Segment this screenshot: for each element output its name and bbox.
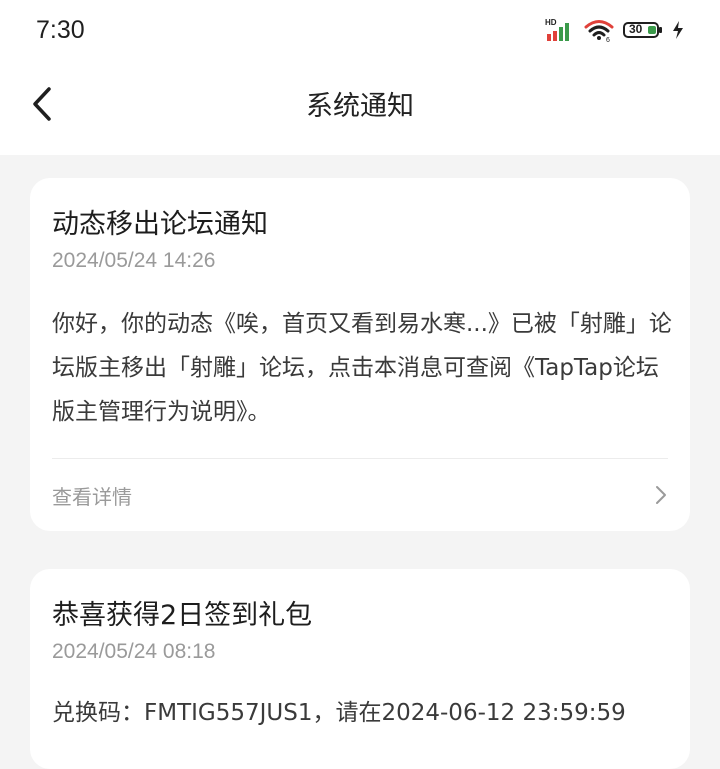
notification-time: 2024/05/24 08:18 — [52, 640, 216, 663]
notification-time: 2024/05/24 14:26 — [52, 249, 216, 272]
notification-card[interactable]: 恭喜获得2日签到礼包 2024/05/24 08:18 兑换码：FMTIG557… — [30, 569, 690, 769]
notification-body: 你好，你的动态《唉，首页又看到易水寒...》已被「射雕」论坛版主移出「射雕」论坛… — [52, 311, 672, 425]
battery-level: 30 — [629, 22, 643, 36]
charging-icon — [672, 20, 684, 40]
notification-title: 恭喜获得2日签到礼包 — [52, 600, 313, 631]
wifi-icon: 6 — [584, 18, 614, 42]
battery-icon: 30 — [623, 20, 663, 40]
svg-text:HD: HD — [545, 18, 557, 27]
notification-body: 兑换码：FMTIG557JUS1，请在2024-06-12 23:59:59 — [52, 700, 626, 726]
divider — [52, 458, 668, 459]
status-time: 7:30 — [36, 16, 85, 44]
hd-signal-icon: HD — [545, 18, 575, 42]
svg-text:6: 6 — [606, 37, 610, 42]
view-details-label: 查看详情 — [52, 484, 132, 509]
status-icons: HD 6 30 — [545, 18, 684, 42]
notification-title: 动态移出论坛通知 — [52, 209, 268, 240]
chevron-right-icon — [656, 486, 666, 504]
page-title: 系统通知 — [306, 91, 414, 122]
notification-card[interactable]: 动态移出论坛通知 2024/05/24 14:26 你好，你的动态《唉，首页又看… — [30, 178, 690, 531]
view-details-link[interactable]: 查看详情 — [52, 478, 668, 512]
top-bar: 7:30 HD 6 30 系统通知 — [0, 0, 720, 155]
